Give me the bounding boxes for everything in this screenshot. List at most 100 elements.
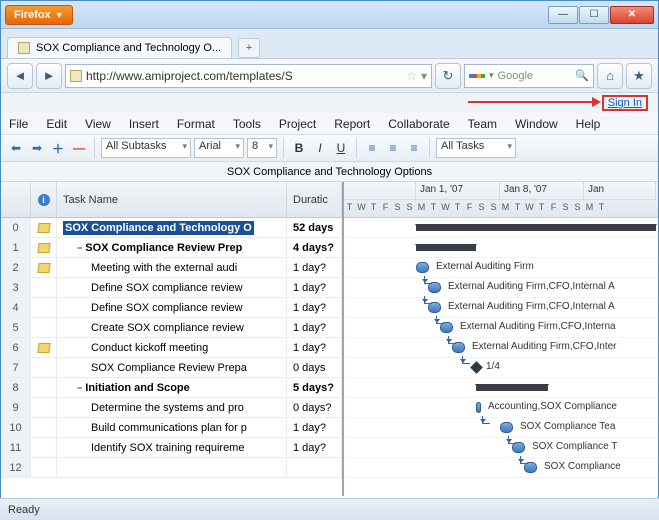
duration-cell[interactable]: 4 days? [287, 238, 342, 257]
outdent-icon[interactable]: ⬅ [7, 139, 25, 157]
table-row[interactable]: 7SOX Compliance Review Prepa0 days [1, 358, 342, 378]
task-bar[interactable] [476, 402, 481, 413]
menu-view[interactable]: View [85, 117, 111, 131]
duration-cell[interactable]: 5 days? [287, 378, 342, 397]
menu-edit[interactable]: Edit [46, 117, 67, 131]
reload-button[interactable]: ↻ [435, 63, 461, 89]
menu-tools[interactable]: Tools [233, 117, 261, 131]
milestone-marker[interactable] [470, 361, 483, 374]
duration-cell[interactable]: 1 day? [287, 438, 342, 457]
duration-cell[interactable]: 1 day? [287, 258, 342, 277]
menu-window[interactable]: Window [515, 117, 558, 131]
url-field[interactable]: http://www.amiproject.com/templates/S ☆ … [65, 64, 432, 88]
summary-bar[interactable] [476, 384, 548, 391]
table-row[interactable]: 9Determine the systems and pro0 days? [1, 398, 342, 418]
table-row[interactable]: 6Conduct kickoff meeting1 day? [1, 338, 342, 358]
task-grid[interactable]: i Task Name Duratic 0SOX Compliance and … [1, 182, 344, 496]
gantt-chart[interactable]: Jan 1, '07Jan 8, '07Jan TWTFSSMTWTFSSMTW… [344, 182, 658, 496]
font-select[interactable]: Arial [194, 138, 244, 158]
font-size-select[interactable]: 8 [247, 138, 277, 158]
home-button[interactable]: ⌂ [597, 63, 623, 89]
collapse-toggle-icon[interactable]: − [77, 243, 82, 253]
table-row[interactable]: 1−SOX Compliance Review Prep4 days? [1, 238, 342, 258]
align-center-icon[interactable]: ≡ [384, 139, 402, 157]
forward-button[interactable]: ► [36, 63, 62, 89]
duration-cell[interactable]: 1 day? [287, 418, 342, 437]
table-row[interactable]: 0SOX Compliance and Technology O52 days [1, 218, 342, 238]
summary-bar[interactable] [416, 244, 476, 251]
table-row[interactable]: 2Meeting with the external audi1 day? [1, 258, 342, 278]
duration-cell[interactable]: 0 days [287, 358, 342, 377]
duration-cell[interactable]: 1 day? [287, 318, 342, 337]
task-name-cell[interactable]: Determine the systems and pro [57, 398, 287, 417]
close-button[interactable]: ✕ [610, 6, 654, 24]
align-right-icon[interactable]: ≡ [405, 139, 423, 157]
bookmark-star-icon[interactable]: ☆ [406, 69, 417, 83]
summary-bar[interactable] [416, 224, 656, 231]
collapse-toggle-icon[interactable]: − [77, 383, 82, 393]
url-dropdown-icon[interactable]: ▾ [421, 69, 427, 83]
filter2-select[interactable]: All Tasks [436, 138, 516, 158]
menu-report[interactable]: Report [334, 117, 370, 131]
search-go-icon[interactable]: 🔍 [575, 69, 589, 82]
new-tab-button[interactable]: + [238, 38, 260, 58]
menu-collaborate[interactable]: Collaborate [388, 117, 449, 131]
task-name-cell[interactable]: Identify SOX training requireme [57, 438, 287, 457]
task-name-cell[interactable]: SOX Compliance and Technology O [57, 218, 287, 237]
task-name-cell[interactable]: −Initiation and Scope [57, 378, 287, 397]
indent-icon[interactable]: ➡ [28, 139, 46, 157]
task-name-cell[interactable] [57, 458, 287, 477]
duration-cell[interactable]: 1 day? [287, 278, 342, 297]
add-task-icon[interactable]: ＋ [49, 139, 67, 157]
task-name-cell[interactable]: Build communications plan for p [57, 418, 287, 437]
resource-label: External Auditing Firm,CFO,Inter [472, 341, 617, 352]
duration-cell[interactable]: 1 day? [287, 298, 342, 317]
tab-label: SOX Compliance and Technology O... [36, 42, 221, 54]
align-left-icon[interactable]: ≡ [363, 139, 381, 157]
bold-icon[interactable]: B [290, 139, 308, 157]
note-icon [37, 343, 50, 353]
row-indicator [31, 438, 57, 457]
italic-icon[interactable]: I [311, 139, 329, 157]
table-row[interactable]: 12 [1, 458, 342, 478]
table-row[interactable]: 3Define SOX compliance review1 day? [1, 278, 342, 298]
menu-format[interactable]: Format [177, 117, 215, 131]
minimize-button[interactable]: — [548, 6, 578, 24]
menu-file[interactable]: File [9, 117, 28, 131]
bookmarks-button[interactable]: ★ [626, 63, 652, 89]
task-bar[interactable] [416, 262, 429, 273]
task-name-cell[interactable]: SOX Compliance Review Prepa [57, 358, 287, 377]
table-row[interactable]: 5Create SOX compliance review1 day? [1, 318, 342, 338]
task-name-cell[interactable]: Conduct kickoff meeting [57, 338, 287, 357]
filter-select[interactable]: All Subtasks [101, 138, 191, 158]
task-bar[interactable] [500, 422, 513, 433]
col-task-name[interactable]: Task Name [57, 182, 287, 217]
menu-project[interactable]: Project [279, 117, 316, 131]
duration-cell[interactable]: 52 days [287, 218, 342, 237]
task-name-cell[interactable]: Define SOX compliance review [57, 278, 287, 297]
underline-icon[interactable]: U [332, 139, 350, 157]
sign-in-link[interactable]: Sign In [602, 95, 648, 111]
delete-task-icon[interactable]: — [70, 139, 88, 157]
task-name-cell[interactable]: Define SOX compliance review [57, 298, 287, 317]
menu-insert[interactable]: Insert [129, 117, 159, 131]
firefox-menu-button[interactable]: Firefox▼ [5, 5, 73, 25]
duration-cell[interactable] [287, 458, 342, 477]
maximize-button[interactable]: ☐ [579, 6, 609, 24]
browser-tab[interactable]: SOX Compliance and Technology O... [7, 37, 232, 58]
col-duration[interactable]: Duratic [287, 182, 342, 217]
menu-help[interactable]: Help [576, 117, 601, 131]
table-row[interactable]: 11Identify SOX training requireme1 day? [1, 438, 342, 458]
table-row[interactable]: 8−Initiation and Scope5 days? [1, 378, 342, 398]
task-name-cell[interactable]: Create SOX compliance review [57, 318, 287, 337]
task-name-cell[interactable]: −SOX Compliance Review Prep [57, 238, 287, 257]
back-button[interactable]: ◄ [7, 63, 33, 89]
menu-team[interactable]: Team [468, 117, 497, 131]
table-row[interactable]: 10Build communications plan for p1 day? [1, 418, 342, 438]
duration-cell[interactable]: 0 days? [287, 398, 342, 417]
table-row[interactable]: 4Define SOX compliance review1 day? [1, 298, 342, 318]
task-name-cell[interactable]: Meeting with the external audi [57, 258, 287, 277]
annotation-arrow [468, 101, 598, 103]
duration-cell[interactable]: 1 day? [287, 338, 342, 357]
search-box[interactable]: ▾ Google 🔍 [464, 64, 594, 88]
